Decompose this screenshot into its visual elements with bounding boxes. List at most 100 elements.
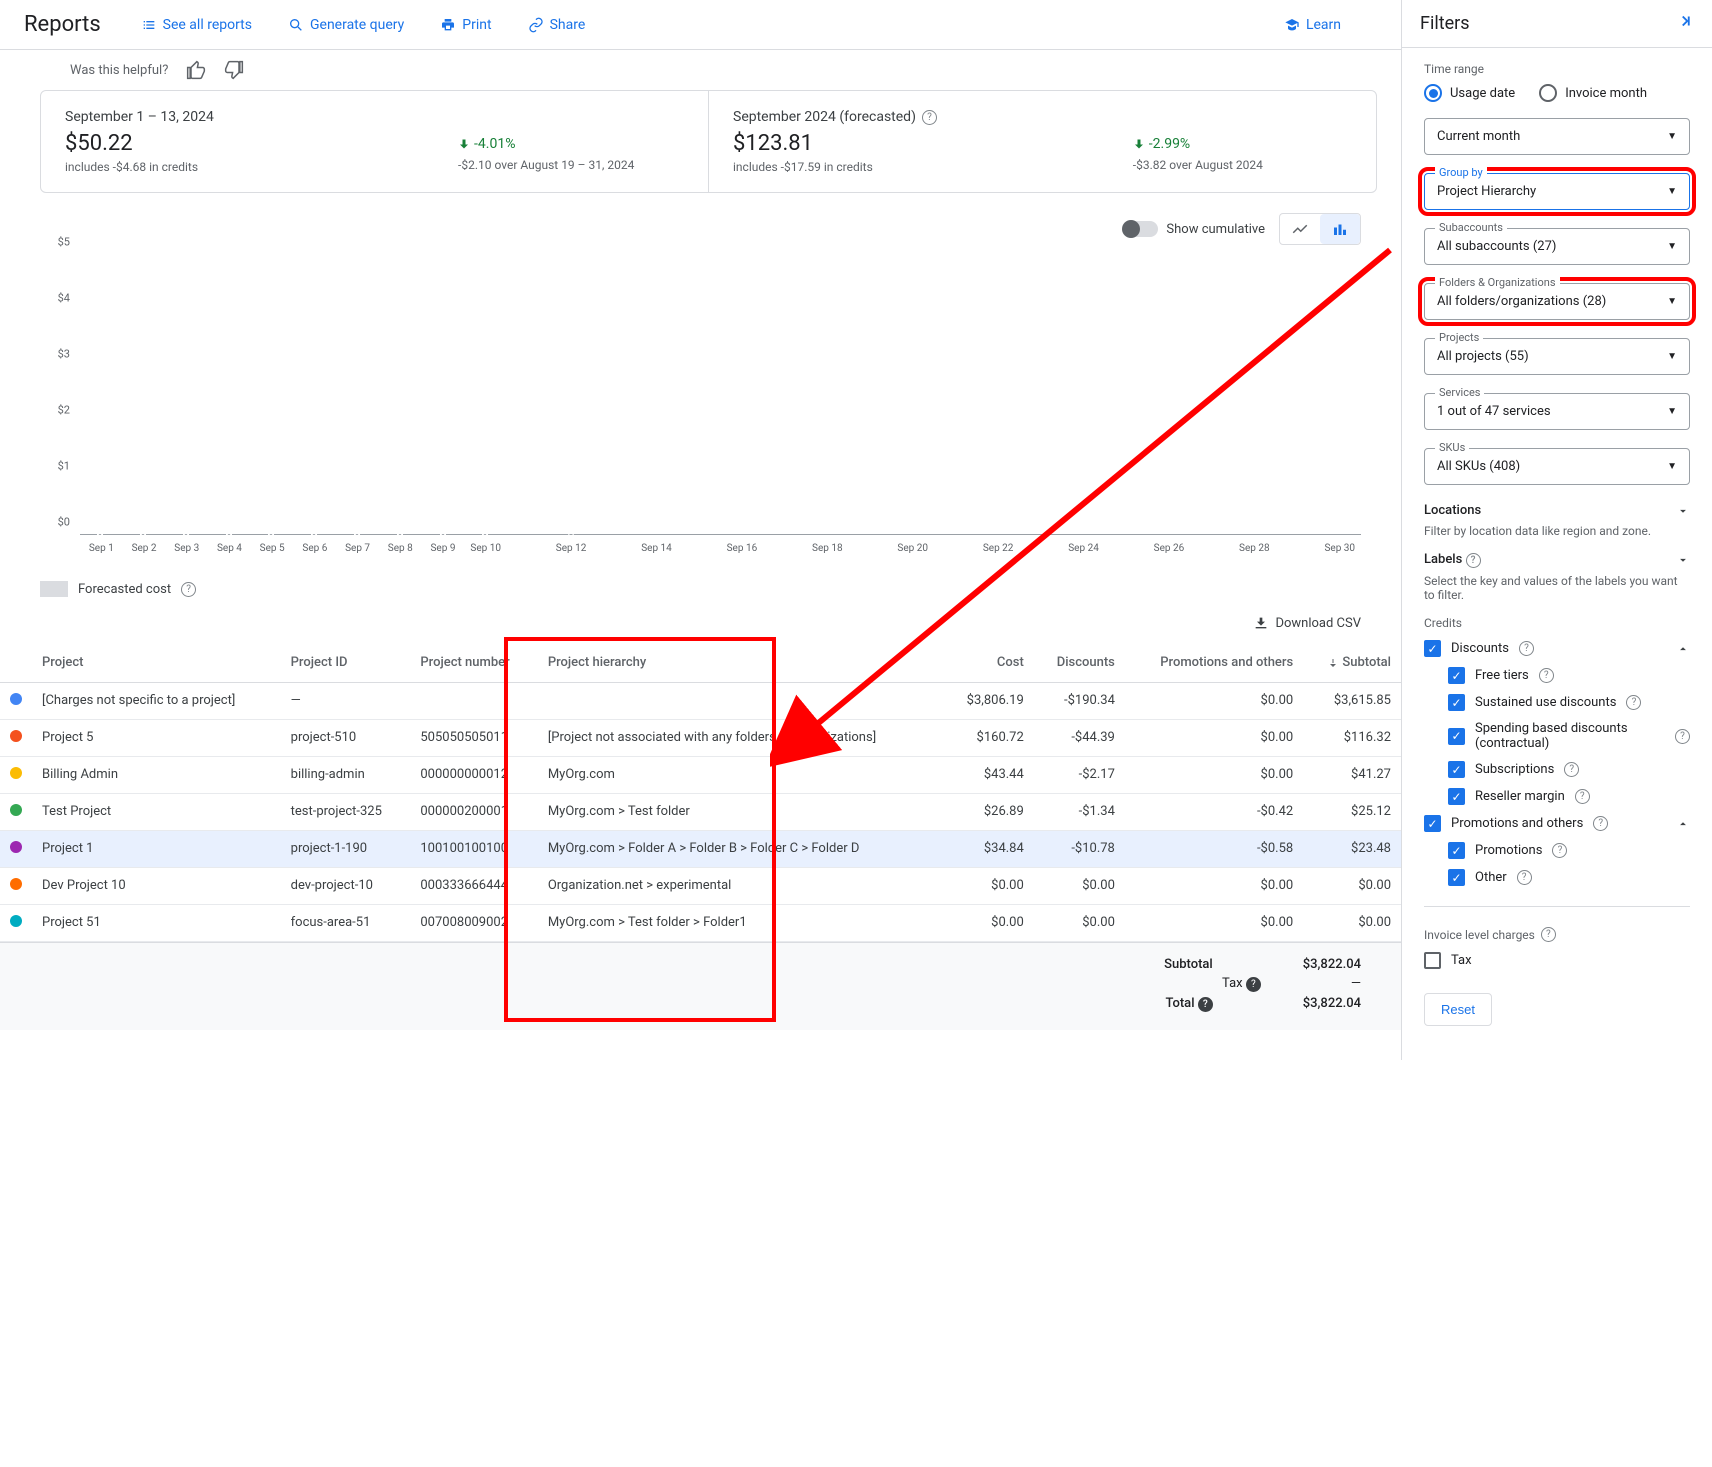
- subaccounts-select[interactable]: Subaccounts All subaccounts (27)▼: [1424, 228, 1690, 265]
- cell-hierarchy: MyOrg.com: [538, 757, 944, 794]
- services-select[interactable]: Services 1 out of 47 services▼: [1424, 393, 1690, 430]
- folders-select[interactable]: Folders & Organizations All folders/orga…: [1424, 283, 1690, 320]
- forecast-swatch: [40, 581, 68, 597]
- help-icon[interactable]: ?: [1519, 641, 1534, 656]
- group-by-select[interactable]: Group by Project Hierarchy▼: [1424, 173, 1690, 210]
- table-row[interactable]: Billing Adminbilling-admin000000000012My…: [0, 757, 1401, 794]
- help-icon[interactable]: ?: [1675, 729, 1690, 744]
- cell-project: Project 1: [32, 831, 281, 868]
- share-link[interactable]: Share: [528, 17, 586, 33]
- discounts-checkbox[interactable]: ✓Discounts ?: [1424, 640, 1690, 657]
- tax-checkbox[interactable]: Tax: [1424, 952, 1690, 969]
- skus-select[interactable]: SKUs All SKUs (408)▼: [1424, 448, 1690, 485]
- cell-subtotal: $3,615.85: [1303, 683, 1401, 720]
- help-icon[interactable]: ?: [1466, 553, 1481, 568]
- table-row[interactable]: Project 1project-1-190100100100100MyOrg.…: [0, 831, 1401, 868]
- cell-project: Project 51: [32, 905, 281, 942]
- subscriptions-checkbox[interactable]: ✓Subscriptions ?: [1448, 761, 1690, 778]
- locations-desc: Filter by location data like region and …: [1424, 524, 1690, 538]
- cell-promotions: -$0.42: [1125, 794, 1303, 831]
- cell-subtotal: $0.00: [1303, 868, 1401, 905]
- sustained-checkbox[interactable]: ✓Sustained use discounts ?: [1448, 694, 1690, 711]
- table-row[interactable]: Dev Project 10dev-project-10000333666444…: [0, 868, 1401, 905]
- time-range-label: Time range: [1424, 62, 1690, 76]
- table-row[interactable]: Test Projecttest-project-325000000200001…: [0, 794, 1401, 831]
- labels-section[interactable]: Labels ?: [1424, 552, 1690, 568]
- summary-cards: September 1 – 13, 2024 $50.22 includes -…: [40, 90, 1377, 193]
- col-project-number[interactable]: Project number: [410, 643, 537, 683]
- card-credits: includes -$4.68 in credits: [65, 160, 198, 174]
- learn-icon: [1284, 17, 1300, 33]
- col-cost[interactable]: Cost: [944, 643, 1034, 683]
- cell-promotions: $0.00: [1125, 720, 1303, 757]
- see-all-reports-link[interactable]: See all reports: [141, 17, 252, 33]
- spending-checkbox[interactable]: ✓Spending based discounts (contractual) …: [1448, 721, 1690, 751]
- help-icon[interactable]: ?: [1198, 997, 1213, 1012]
- cell-hierarchy: Organization.net > experimental: [538, 868, 944, 905]
- usage-date-radio[interactable]: Usage date: [1424, 84, 1515, 102]
- col-discounts[interactable]: Discounts: [1034, 643, 1125, 683]
- date-range-select[interactable]: Current month▼: [1424, 118, 1690, 155]
- row-color-dot: [10, 693, 22, 705]
- table-row[interactable]: Project 51focus-area-51007008009002MyOrg…: [0, 905, 1401, 942]
- help-icon[interactable]: ?: [1541, 927, 1556, 942]
- learn-link[interactable]: Learn: [1284, 17, 1341, 33]
- card-amount: $123.81: [733, 131, 873, 156]
- help-icon[interactable]: ?: [1517, 870, 1532, 885]
- col-subtotal[interactable]: Subtotal: [1303, 643, 1401, 683]
- download-icon: [1253, 615, 1269, 631]
- cell-project: Project 5: [32, 720, 281, 757]
- helpful-label: Was this helpful?: [70, 63, 168, 78]
- help-icon[interactable]: ?: [1539, 668, 1554, 683]
- cell-promotions: $0.00: [1125, 868, 1303, 905]
- show-cumulative-toggle[interactable]: Show cumulative: [1124, 221, 1265, 237]
- filters-panel: Filters Time range Usage date Invoice mo…: [1402, 0, 1712, 1060]
- free-tiers-checkbox[interactable]: ✓Free tiers ?: [1448, 667, 1690, 684]
- collapse-filters-icon[interactable]: [1676, 12, 1694, 35]
- cell-project-number: 100100100100: [410, 831, 537, 868]
- help-icon[interactable]: ?: [1575, 789, 1590, 804]
- cell-hierarchy: MyOrg.com > Test folder > Folder1: [538, 905, 944, 942]
- thumb-up-icon[interactable]: [186, 60, 206, 80]
- line-chart-icon: [1291, 220, 1309, 238]
- projects-select[interactable]: Projects All projects (55)▼: [1424, 338, 1690, 375]
- help-icon[interactable]: ?: [1626, 695, 1641, 710]
- invoice-month-radio[interactable]: Invoice month: [1539, 84, 1647, 102]
- cell-discounts: -$190.34: [1034, 683, 1125, 720]
- table-row[interactable]: [Charges not specific to a project]—$3,8…: [0, 683, 1401, 720]
- locations-section[interactable]: Locations: [1424, 503, 1690, 518]
- promotions-others-checkbox[interactable]: ✓Promotions and others ?: [1424, 815, 1690, 832]
- labels-desc: Select the key and values of the labels …: [1424, 574, 1690, 602]
- line-view-button[interactable]: [1280, 214, 1320, 244]
- help-icon[interactable]: ?: [1552, 843, 1567, 858]
- col-promotions[interactable]: Promotions and others: [1125, 643, 1303, 683]
- row-color-dot: [10, 767, 22, 779]
- help-icon[interactable]: ?: [1246, 977, 1261, 992]
- col-project-id[interactable]: Project ID: [281, 643, 411, 683]
- cell-project: [Charges not specific to a project]: [32, 683, 281, 720]
- generate-query-link[interactable]: Generate query: [288, 17, 404, 33]
- card-title: September 2024 (forecasted): [733, 109, 916, 125]
- summary-card-forecast: September 2024 (forecasted) ? $123.81 in…: [708, 91, 1376, 192]
- reseller-checkbox[interactable]: ✓Reseller margin ?: [1448, 788, 1690, 805]
- cell-cost: $26.89: [944, 794, 1034, 831]
- other-checkbox[interactable]: ✓Other ?: [1448, 869, 1690, 886]
- thumb-down-icon[interactable]: [224, 60, 244, 80]
- cell-cost: $3,806.19: [944, 683, 1034, 720]
- col-project-hierarchy[interactable]: Project hierarchy: [538, 643, 944, 683]
- cell-subtotal: $25.12: [1303, 794, 1401, 831]
- col-project[interactable]: Project: [32, 643, 281, 683]
- help-icon[interactable]: ?: [922, 110, 937, 125]
- bar-view-button[interactable]: [1320, 214, 1360, 244]
- help-icon[interactable]: ?: [1593, 816, 1608, 831]
- help-icon[interactable]: ?: [181, 582, 196, 597]
- card-pct: -2.99%: [1133, 136, 1190, 152]
- print-link[interactable]: Print: [440, 17, 491, 33]
- table-row[interactable]: Project 5project-510505050505011[Project…: [0, 720, 1401, 757]
- download-csv-button[interactable]: Download CSV: [1253, 615, 1361, 631]
- reset-button[interactable]: Reset: [1424, 993, 1492, 1026]
- help-icon[interactable]: ?: [1564, 762, 1579, 777]
- card-title: September 1 – 13, 2024: [65, 109, 684, 125]
- promotions-checkbox[interactable]: ✓Promotions ?: [1448, 842, 1690, 859]
- chevron-up-icon: [1676, 642, 1690, 656]
